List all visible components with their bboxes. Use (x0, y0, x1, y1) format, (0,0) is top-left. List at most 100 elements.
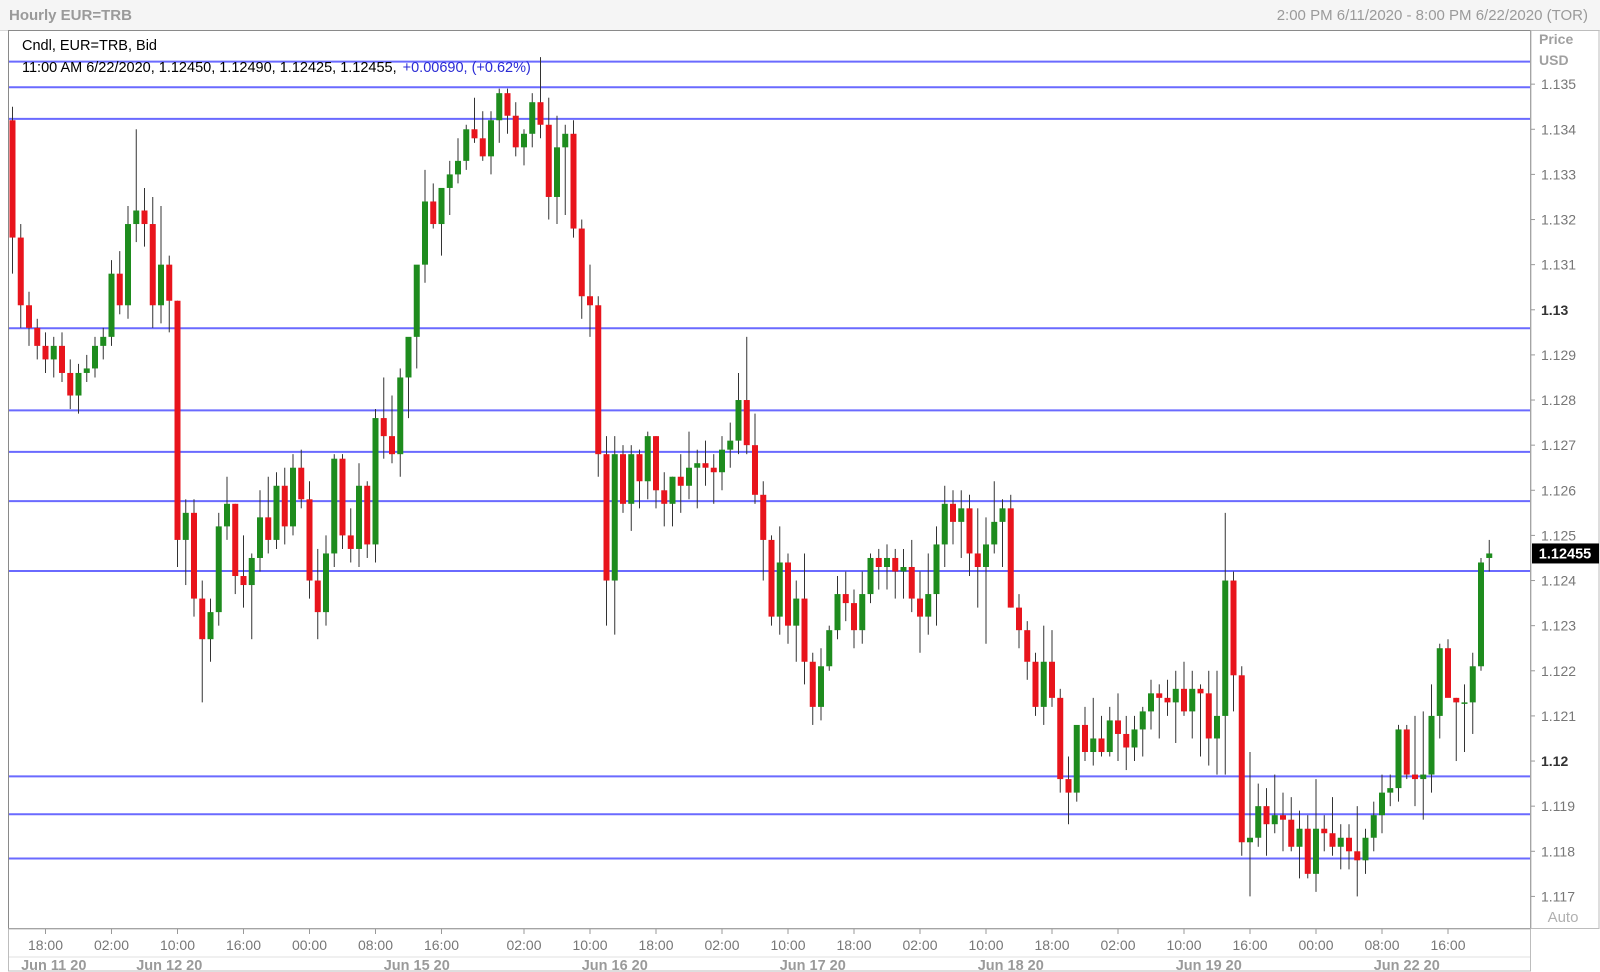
candle-body-up (529, 102, 536, 134)
time-tick-label: 16:00 (1232, 937, 1267, 953)
candle-body-up (273, 485, 280, 540)
price-axis-currency: USD (1539, 52, 1569, 68)
candle-body-down (809, 661, 816, 707)
candle (1007, 494, 1014, 608)
price-axis-title: Price (1539, 31, 1573, 47)
candle-body-down (504, 93, 511, 116)
candle-body-down (1288, 819, 1295, 847)
plot-area[interactable] (8, 30, 1531, 929)
candle-body-down (17, 237, 24, 306)
candle-body-up (611, 454, 618, 581)
candle-body-up (405, 336, 412, 378)
candle (331, 454, 338, 567)
candle-body-up (1387, 788, 1394, 793)
price-tick-label: 1.134 (1541, 121, 1576, 137)
candle-body-down (232, 503, 239, 577)
candle-body-up (628, 454, 635, 504)
candle-body-down (1263, 806, 1270, 825)
candle-body-down (240, 576, 247, 586)
candle (1057, 688, 1064, 793)
candle-body-up (1222, 580, 1229, 716)
date-label: Jun 17 20 (780, 958, 846, 972)
candle-body-up (133, 210, 140, 225)
price-tick-label: 1.123 (1541, 618, 1576, 634)
candle-body-down (578, 228, 585, 297)
candle-body-up (488, 120, 494, 157)
candle-body-down (281, 485, 288, 527)
price-tick-label: 1.117 (1541, 888, 1575, 904)
candle-body-up (496, 93, 503, 121)
candle-body-down (364, 485, 371, 545)
candle-body-up (1428, 715, 1435, 775)
candlestick-chart[interactable]: 1.135 1.134 1.133 1.132 1.131 1.13 1.129 1.128 1… (0, 30, 1600, 972)
price-tick-label: 1.126 (1541, 482, 1576, 498)
candle (1403, 724, 1410, 780)
candle-body-down (1032, 661, 1039, 707)
candle-body-down (1304, 828, 1311, 874)
candle-body-down (67, 372, 74, 396)
price-tick-label: 1.12 (1541, 753, 1568, 769)
candle-body-down (587, 296, 593, 306)
candle (570, 120, 577, 238)
candle-body-down (603, 454, 610, 581)
time-tick-label: 02:00 (1100, 937, 1135, 953)
candle-body-up (554, 147, 560, 197)
candle-body-up (1073, 724, 1080, 793)
candle-body-up (1296, 828, 1303, 847)
candle-body-down (314, 580, 321, 613)
candle-body-up (1255, 806, 1262, 838)
candle-body-up (463, 129, 470, 161)
candle-body-down (306, 499, 313, 581)
candle-body-down (191, 512, 197, 599)
time-tick-label: 10:00 (160, 937, 195, 953)
candle-body-up (75, 372, 82, 396)
candle-body-up (826, 630, 833, 667)
candle-body-down (26, 305, 32, 328)
candle (1032, 652, 1039, 716)
candle-body-down (1354, 851, 1361, 861)
candle-body-up (834, 594, 841, 631)
candle-body-down (1016, 607, 1022, 631)
candle-body-down (9, 120, 16, 238)
candle-body-up (958, 508, 965, 522)
date-label: Jun 15 20 (384, 958, 450, 972)
price-tick-label: 1.131 (1541, 257, 1576, 273)
candle-body-down (545, 124, 552, 197)
title-bar: Hourly EUR=TRB 2:00 PM 6/11/2020 - 8:00 … (0, 0, 1600, 31)
candle-body-up (562, 133, 569, 148)
candle-body-down (661, 490, 668, 504)
candle-body-down (595, 305, 602, 455)
last-price-label: 1.12455 (1539, 546, 1591, 562)
candle-body-up (1469, 666, 1476, 703)
legend-ohlc: 11:00 AM 6/22/2020, 1.12450, 1.12490, 1.… (22, 60, 531, 76)
candle-body-up (900, 566, 907, 572)
candle-body-down (1115, 720, 1121, 734)
candle-body-up (323, 553, 329, 613)
candle-body-down (1445, 648, 1451, 698)
price-tick-label: 1.122 (1541, 663, 1576, 679)
time-tick-label: 02:00 (902, 937, 937, 953)
candle (826, 625, 833, 671)
candle-body-up (521, 133, 527, 148)
candle-body-down (1123, 733, 1130, 748)
candle (174, 300, 181, 567)
auto-scale-button[interactable]: Auto (1533, 907, 1596, 927)
candle-body-up (1486, 553, 1493, 558)
time-tick-label: 02:00 (506, 937, 541, 953)
candle-body-up (257, 517, 263, 558)
chart-title: Hourly EUR=TRB (9, 7, 132, 24)
candle-body-up (125, 224, 131, 306)
candle-body-up (818, 666, 824, 707)
time-tick-label: 16:00 (1430, 937, 1465, 953)
time-tick-label: 10:00 (770, 937, 805, 953)
date-label: Jun 18 20 (978, 958, 1044, 972)
candle-body-down (1057, 697, 1064, 780)
candle-body-down (116, 273, 123, 306)
candle-body-up (999, 508, 1006, 522)
price-axis-panel[interactable] (1530, 30, 1600, 929)
candle (1073, 724, 1080, 802)
candle-body-up (686, 467, 692, 486)
time-tick-label: 02:00 (704, 937, 739, 953)
candle-body-down (653, 436, 659, 491)
candle-body-down (842, 594, 849, 604)
